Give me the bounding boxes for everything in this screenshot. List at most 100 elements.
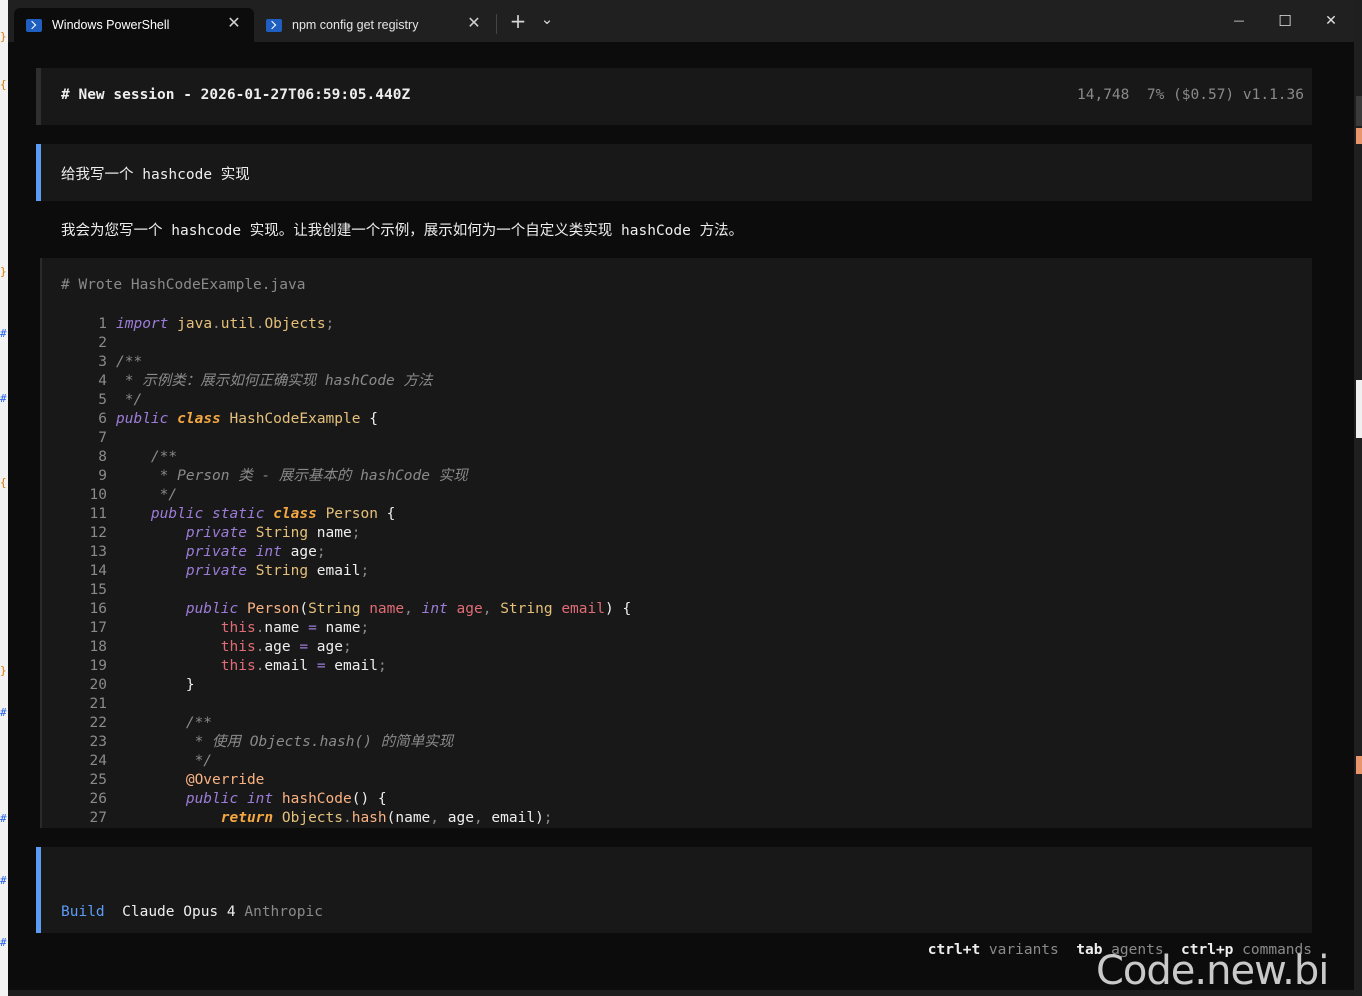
line-number: 24	[89, 753, 107, 769]
tab-title: Windows PowerShell	[52, 18, 170, 32]
code-token: ;	[377, 658, 387, 674]
code-token: */	[116, 487, 178, 503]
line-number: 13	[89, 544, 107, 560]
code-token: =	[299, 639, 309, 655]
code-text: private String email;	[116, 562, 369, 581]
hint-desc: variants	[988, 942, 1059, 958]
code-token: name	[308, 525, 352, 541]
code-token: public	[116, 411, 169, 427]
terminal-window: Windows PowerShell ✕ npm config get regi…	[8, 0, 1354, 990]
agent-name[interactable]: Build	[61, 904, 105, 920]
code-token: .	[212, 316, 221, 332]
code-token: private	[116, 525, 247, 541]
code-text: public class HashCodeExample {	[116, 410, 378, 429]
code-token: email	[561, 601, 605, 617]
code-block-header: # Wrote HashCodeExample.java	[61, 277, 306, 293]
line-number: 12	[89, 525, 107, 541]
close-window-button[interactable]: ✕	[1316, 10, 1346, 32]
session-stats: 14,748 7% ($0.57) v1.1.36	[1077, 87, 1304, 103]
line-number: 15	[89, 582, 107, 598]
code-token: ;	[360, 563, 370, 579]
code-token: Person	[325, 506, 378, 522]
line-number: 2	[98, 335, 107, 351]
code-token: Objects	[264, 316, 326, 332]
code-text: public int hashCode() {	[116, 790, 387, 809]
tab-divider	[496, 14, 497, 34]
user-message-text: 给我写一个 hashcode 实现	[61, 167, 250, 183]
code-token: }	[116, 677, 195, 693]
powershell-icon	[266, 18, 282, 32]
code-token: String	[255, 563, 309, 579]
chevron-down-icon[interactable]: ⌄	[536, 10, 558, 28]
code-token: {	[360, 411, 378, 427]
line-number: 20	[89, 677, 107, 693]
code-text: /**	[116, 353, 142, 372]
hint-key: ctrl+t	[927, 942, 981, 958]
line-number: 21	[89, 696, 107, 712]
code-token: age	[308, 639, 343, 655]
line-number: 5	[98, 392, 107, 408]
code-token: public	[116, 601, 239, 617]
code-token: this	[116, 620, 256, 636]
code-token: this	[116, 658, 256, 674]
code-token: */	[116, 392, 143, 408]
code-token: (name	[386, 810, 431, 826]
code-token: email	[308, 563, 361, 579]
code-text: public static class Person {	[116, 505, 396, 524]
code-token: {	[377, 506, 396, 522]
code-token: name	[316, 620, 361, 636]
code-token: int	[246, 791, 274, 807]
code-token: () {	[351, 791, 387, 807]
prompt-input[interactable]: Build Claude Opus 4 Anthropic	[36, 847, 1312, 933]
code-token: age	[281, 544, 317, 560]
code-token: .	[342, 810, 352, 826]
code-token: ;	[325, 316, 335, 332]
maximize-button[interactable]: ☐	[1270, 10, 1300, 32]
code-token: this	[116, 639, 256, 655]
code-token: return	[116, 810, 274, 826]
code-token: String	[500, 601, 553, 617]
minimize-button[interactable]: —	[1224, 10, 1254, 32]
code-token: /**	[116, 449, 178, 465]
code-text: * 示例类：展示如何正确实现 hashCode 方法	[116, 372, 433, 391]
line-number: 11	[89, 506, 107, 522]
line-number: 14	[89, 563, 107, 579]
code-token: ) {	[604, 601, 632, 617]
code-token: email	[325, 658, 378, 674]
code-token: email)	[482, 810, 544, 826]
code-token: ,	[473, 810, 483, 826]
new-tab-button[interactable]: +	[507, 11, 529, 31]
line-number: 16	[89, 601, 107, 617]
code-token: =	[308, 620, 317, 636]
code-token: java	[177, 316, 213, 332]
tab-close-icon[interactable]: ✕	[226, 16, 242, 32]
code-token: public	[116, 506, 204, 522]
code-token: /**	[116, 354, 143, 370]
code-token: public	[116, 791, 239, 807]
code-token: (	[299, 601, 309, 617]
user-message: 给我写一个 hashcode 实现	[36, 144, 1312, 201]
code-token: ;	[343, 639, 352, 655]
tab-npm-config-get-registry[interactable]: npm config get registry ✕	[254, 8, 494, 42]
line-number: 22	[89, 715, 107, 731]
code-token: =	[316, 658, 326, 674]
line-number: 26	[89, 791, 107, 807]
tab-close-icon[interactable]: ✕	[466, 16, 482, 32]
code-token: hash	[351, 810, 387, 826]
code-block: # Wrote HashCodeExample.java 1 import jav…	[40, 258, 1312, 828]
tab-windows-powershell[interactable]: Windows PowerShell ✕	[14, 8, 254, 42]
line-number: 6	[98, 411, 107, 427]
code-text: public Person(String name, int age, Stri…	[116, 600, 631, 619]
code-token: class	[273, 506, 317, 522]
